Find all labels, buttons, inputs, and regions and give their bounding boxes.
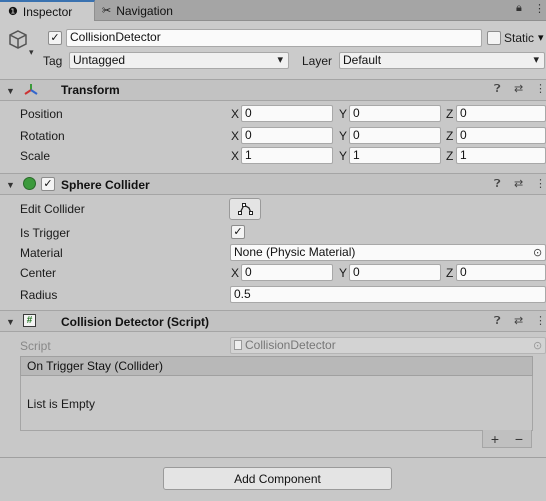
position-x-input[interactable]: 0 — [241, 105, 333, 122]
edit-collider-button[interactable] — [229, 198, 261, 220]
material-field[interactable]: None (Physic Material) — [230, 244, 546, 261]
script-label: Script — [20, 339, 51, 353]
context-menu-icon[interactable]: ⋮ — [535, 82, 546, 95]
position-label: Position — [20, 107, 63, 121]
script-picker-icon: ⊙ — [533, 340, 543, 352]
add-component-button[interactable]: Add Component — [163, 467, 392, 490]
rotation-z-input[interactable]: 0 — [456, 127, 546, 144]
active-checkbox[interactable]: ✓ — [48, 31, 62, 45]
transform-title: Transform — [61, 83, 120, 97]
position-z-label: Z — [446, 107, 454, 121]
is-trigger-checkbox[interactable]: ✓ — [231, 225, 245, 239]
static-label: Static — [504, 31, 535, 45]
center-x-label: X — [231, 266, 240, 280]
tag-value: Untagged — [73, 53, 126, 67]
layer-label: Layer — [302, 54, 333, 68]
position-z-input[interactable]: 0 — [456, 105, 546, 122]
sphere-collider-title: Sphere Collider — [61, 178, 150, 192]
tag-label: Tag — [43, 54, 63, 68]
scale-y-label: Y — [339, 149, 348, 163]
radius-label: Radius — [20, 288, 58, 302]
center-label: Center — [20, 266, 57, 280]
material-picker-icon[interactable]: ⊙ — [533, 246, 542, 259]
rotation-z-label: Z — [446, 129, 454, 143]
scale-y-input[interactable]: 1 — [349, 147, 441, 164]
rotation-label: Rotation — [20, 129, 65, 143]
event-list-header: On Trigger Stay (Collider) — [20, 356, 533, 376]
scale-x-input[interactable]: 1 — [241, 147, 333, 164]
scale-x-label: X — [231, 149, 240, 163]
scale-label: Scale — [20, 149, 51, 163]
add-component-label: Add Component — [234, 471, 321, 486]
collision-script-help-icon[interactable]: ❓︎ — [494, 315, 501, 328]
tab-navigation[interactable]: ✂ Navigation — [96, 0, 196, 21]
scale-z-label: Z — [446, 149, 454, 163]
component-divider — [0, 457, 546, 458]
layer-dropdown[interactable]: Default — [339, 52, 545, 69]
center-z-label: Z — [446, 266, 454, 280]
sphere-collider-help-icon[interactable]: ❓︎ — [494, 178, 501, 191]
script-icon: # — [23, 314, 36, 327]
event-list-empty-text: List is Empty — [27, 397, 96, 411]
radius-input[interactable]: 0.5 — [230, 286, 546, 303]
center-y-label: Y — [339, 266, 348, 280]
collision-script-foldout-icon[interactable]: ▼ — [6, 317, 15, 327]
gameobject-icon — [8, 29, 28, 54]
info-icon: ❶ — [8, 6, 18, 18]
remove-event-button[interactable]: − — [515, 431, 523, 447]
rotation-x-input[interactable]: 0 — [241, 127, 333, 144]
position-y-input[interactable]: 0 — [349, 105, 441, 122]
rotation-y-label: Y — [339, 129, 348, 143]
collision-script-title: Collision Detector (Script) — [61, 315, 210, 329]
collision-script-context-menu-icon[interactable]: ⋮ — [535, 314, 546, 327]
position-y-label: Y — [339, 107, 348, 121]
event-list-footer: + − — [482, 430, 532, 448]
add-event-button[interactable]: + — [491, 431, 499, 447]
center-x-input[interactable]: 0 — [241, 264, 333, 281]
lock-icon[interactable]: 🔒︎ — [516, 2, 522, 15]
sphere-collider-foldout-icon[interactable]: ▼ — [6, 180, 15, 190]
sphere-collider-context-menu-icon[interactable]: ⋮ — [535, 177, 546, 190]
transform-icon — [23, 82, 39, 101]
object-name-input[interactable]: CollisionDetector — [66, 29, 482, 47]
collision-script-presets-icon[interactable]: ⇄ — [514, 314, 523, 327]
navigation-icon: ✂ — [102, 5, 112, 17]
edit-collider-label: Edit Collider — [20, 202, 85, 216]
center-z-input[interactable]: 0 — [456, 264, 546, 281]
transform-foldout-icon[interactable]: ▼ — [6, 86, 15, 96]
position-x-label: X — [231, 107, 240, 121]
presets-icon[interactable]: ⇄ — [514, 82, 523, 95]
is-trigger-label: Is Trigger — [20, 226, 71, 240]
sphere-collider-enabled-checkbox[interactable]: ✓ — [41, 177, 55, 191]
script-value: CollisionDetector — [245, 338, 336, 352]
script-field: CollisionDetector — [230, 337, 546, 354]
material-label: Material — [20, 246, 63, 260]
center-y-input[interactable]: 0 — [349, 264, 441, 281]
sphere-collider-presets-icon[interactable]: ⇄ — [514, 177, 523, 190]
tab-inspector[interactable]: ❶ Inspector — [0, 0, 95, 21]
layer-value: Default — [343, 53, 382, 67]
rotation-x-label: X — [231, 129, 240, 143]
icon-dropdown-icon[interactable]: ▾ — [29, 47, 34, 58]
static-dropdown-icon[interactable]: ▾ — [538, 31, 544, 44]
help-icon[interactable]: ❓︎ — [494, 83, 501, 96]
tab-inspector-label: Inspector — [22, 4, 73, 19]
sphere-collider-icon — [23, 177, 36, 190]
scale-z-input[interactable]: 1 — [456, 147, 546, 164]
material-value: None (Physic Material) — [234, 245, 356, 259]
script-file-icon — [234, 340, 242, 350]
rotation-y-input[interactable]: 0 — [349, 127, 441, 144]
tag-dropdown[interactable]: Untagged — [69, 52, 289, 69]
static-checkbox[interactable] — [487, 31, 501, 45]
more-options-icon[interactable]: ⋮ — [534, 2, 545, 15]
tab-navigation-label: Navigation — [116, 3, 173, 18]
edit-collider-icon — [238, 203, 253, 215]
